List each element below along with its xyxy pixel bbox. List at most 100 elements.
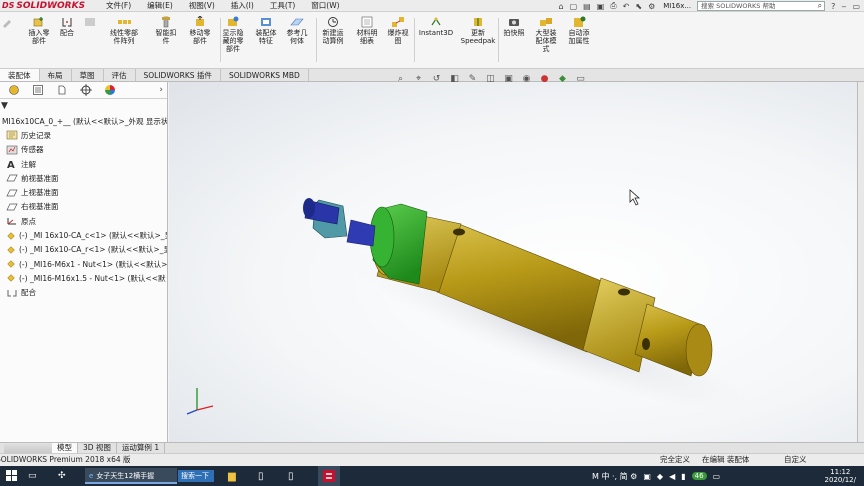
history-icon — [6, 131, 18, 140]
taskbar-app-browser[interactable]: e 女子天生12横手握 — [85, 468, 177, 484]
chevron-right-icon[interactable]: › — [159, 85, 163, 95]
taskbar-clock[interactable]: 11:12 2020/12/ — [825, 468, 856, 484]
tree-item-right-plane[interactable]: 右视基准面 — [0, 200, 167, 214]
tab-model[interactable]: 模型 — [52, 443, 78, 453]
menu-insert[interactable]: 插入(I) — [231, 0, 254, 11]
sensor-icon — [6, 145, 18, 155]
home-icon[interactable]: ⌂ — [559, 2, 564, 11]
tab-assembly[interactable]: 装配体 — [0, 69, 40, 81]
linear-pattern-button[interactable]: 线性零部 件阵列 — [104, 16, 144, 45]
tab-layout[interactable]: 布局 — [40, 69, 72, 81]
tray-ime-indicator[interactable]: M 中 ·, 简 ⚙ — [592, 471, 637, 482]
smart-fasteners-button[interactable]: 智能扣 件 — [150, 16, 182, 45]
tree-item-top-plane[interactable]: 上视基准面 — [0, 185, 167, 199]
tree-item-component[interactable]: (-) _MI 16x10-CA_c<1> (默认<<默认>_显 — [0, 228, 167, 242]
tab-feature-manager[interactable] — [2, 83, 26, 97]
monitor-icon[interactable]: ▭ — [713, 472, 721, 481]
solidworks-icon — [323, 470, 335, 482]
file-explorer-button[interactable]: ▆ — [228, 466, 236, 486]
options-icon[interactable]: ⚙ — [648, 2, 655, 11]
reference-geometry-button[interactable]: 参考几 何体 — [282, 16, 312, 45]
tab-sketch[interactable]: 草图 — [72, 69, 104, 81]
tab-mbd[interactable]: SOLIDWORKS MBD — [221, 69, 309, 81]
taskbar-search-button[interactable]: 搜索一下 — [178, 470, 214, 482]
menu-edit[interactable]: 编辑(E) — [147, 0, 173, 11]
save-icon[interactable]: ▣ — [597, 2, 605, 11]
tab-evaluate[interactable]: 评估 — [104, 69, 136, 81]
new-motion-study-button[interactable]: 新建运 动算例 — [318, 16, 348, 45]
instant3d-button[interactable]: Instant3D — [416, 16, 456, 37]
filter-icon[interactable]: ▼ — [0, 99, 167, 113]
restore-icon[interactable]: ▭ — [852, 2, 860, 11]
tab-scroll-arrows[interactable] — [4, 443, 52, 453]
edit-component-button[interactable] — [0, 16, 20, 29]
mate-icon — [62, 18, 72, 27]
volume-icon[interactable]: ◀ — [669, 472, 675, 481]
exploded-view-button[interactable]: 爆炸视 图 — [384, 16, 412, 45]
undo-icon[interactable]: ↶ — [623, 2, 630, 11]
solidworks-logo[interactable]: DS SOLIDWORKS — [0, 1, 88, 11]
tree-item-component[interactable]: (-) _MI 16x10-CA_r<1> (默认<<默认>_显 — [0, 243, 167, 257]
large-assembly-mode-button[interactable]: 大型装 配体模 式 — [530, 16, 562, 53]
tree-item-component[interactable]: (-) _MI16-M6x1 - Nut<1> (默认<<默认>_ — [0, 257, 167, 271]
minimize-icon[interactable]: ‒ — [841, 2, 846, 11]
tree-item-sensors[interactable]: 传感器 — [0, 143, 167, 157]
auto-add-properties-button[interactable]: 自动添 加属性 — [564, 16, 594, 45]
open-icon[interactable]: ▤ — [583, 2, 591, 11]
help-icon[interactable]: ? — [831, 2, 835, 11]
component-preview-button[interactable] — [82, 16, 98, 29]
move-component-button[interactable]: 移动零 部件 — [184, 16, 216, 45]
search-input[interactable]: 搜索 SOLIDWORKS 帮助 ⌕ — [697, 1, 826, 11]
tree-item-front-plane[interactable]: 前视基准面 — [0, 171, 167, 185]
tree-item-history[interactable]: 历史记录 — [0, 128, 167, 142]
take-snapshot-button[interactable]: 拍快照 — [500, 16, 528, 37]
menu-view[interactable]: 视图(V) — [189, 0, 215, 11]
mate-button[interactable]: 配合 — [56, 16, 78, 37]
taskbar-solidworks[interactable] — [318, 466, 340, 486]
tab-property-manager[interactable] — [26, 83, 50, 97]
task-view-button[interactable]: ▭ — [28, 466, 37, 486]
cylinder-model[interactable] — [169, 82, 857, 442]
update-speedpak-button[interactable]: 更新 Speedpak — [458, 16, 498, 45]
network-icon[interactable]: ▮ — [681, 472, 685, 481]
pinned-app-button[interactable]: ▯ — [258, 466, 264, 486]
tab-addins[interactable]: SOLIDWORKS 插件 — [136, 69, 221, 81]
tree-item-origin[interactable]: 原点 — [0, 214, 167, 228]
notification-badge[interactable]: 46 — [691, 472, 707, 480]
new-file-icon[interactable]: ▢ — [570, 2, 578, 11]
tab-3d-views[interactable]: 3D 视图 — [78, 443, 117, 453]
tab-motion-study[interactable]: 运动算例 1 — [117, 443, 166, 453]
menu-window[interactable]: 窗口(W) — [311, 0, 339, 11]
status-custom[interactable]: 自定义 — [784, 454, 807, 466]
part-icon — [7, 274, 15, 283]
tab-dimxpert[interactable] — [74, 83, 98, 97]
piston-rod[interactable] — [346, 219, 376, 247]
menu-file[interactable]: 文件(F) — [106, 0, 131, 11]
taskbar: ▭ ✣ e 女子天生12横手握 搜索一下 ▆ ▯ ▯ M 中 ·, 简 ⚙ ▣ ◆… — [0, 466, 864, 486]
pinned-app-button[interactable]: ▯ — [288, 466, 294, 486]
tray-app-icon[interactable]: ◆ — [657, 472, 663, 481]
tab-configuration-manager[interactable] — [50, 83, 74, 97]
start-button[interactable] — [6, 466, 18, 486]
bill-of-materials-button[interactable]: 材料明 细表 — [352, 16, 382, 45]
tree-item-mates[interactable]: 配合 — [0, 286, 167, 300]
task-pane-strip[interactable] — [857, 82, 864, 442]
tree-root[interactable]: MI16x10CA_0_+__ (默认<<默认>_外观 显示状态-1>) — [0, 114, 167, 128]
show-hidden-components-button[interactable]: 显示隐 藏的零 部件 — [218, 16, 248, 53]
insert-component-button[interactable]: 插入零 部件 — [22, 16, 56, 45]
linear-pattern-icon — [118, 20, 131, 24]
tab-display-manager[interactable] — [98, 83, 122, 97]
tray-app-icon[interactable]: ▣ — [643, 472, 651, 481]
graphics-area[interactable] — [169, 82, 857, 442]
assembly-features-button[interactable]: 装配体 特征 — [252, 16, 280, 45]
side-port — [642, 338, 650, 350]
folder-icon: ▆ — [228, 470, 236, 482]
tree-item-component[interactable]: (-) _MI16-M16x1.5 - Nut<1> (默认<<默 — [0, 271, 167, 285]
print-icon[interactable]: ⎙ — [610, 1, 616, 11]
app-icon[interactable]: ✣ — [58, 466, 66, 486]
search-icon[interactable]: ⌕ — [818, 1, 822, 10]
part-icon — [7, 246, 15, 254]
tree-item-annotations[interactable]: A 注解 — [0, 157, 167, 171]
select-icon[interactable]: ⬉ — [635, 2, 642, 11]
menu-tools[interactable]: 工具(T) — [270, 0, 295, 11]
